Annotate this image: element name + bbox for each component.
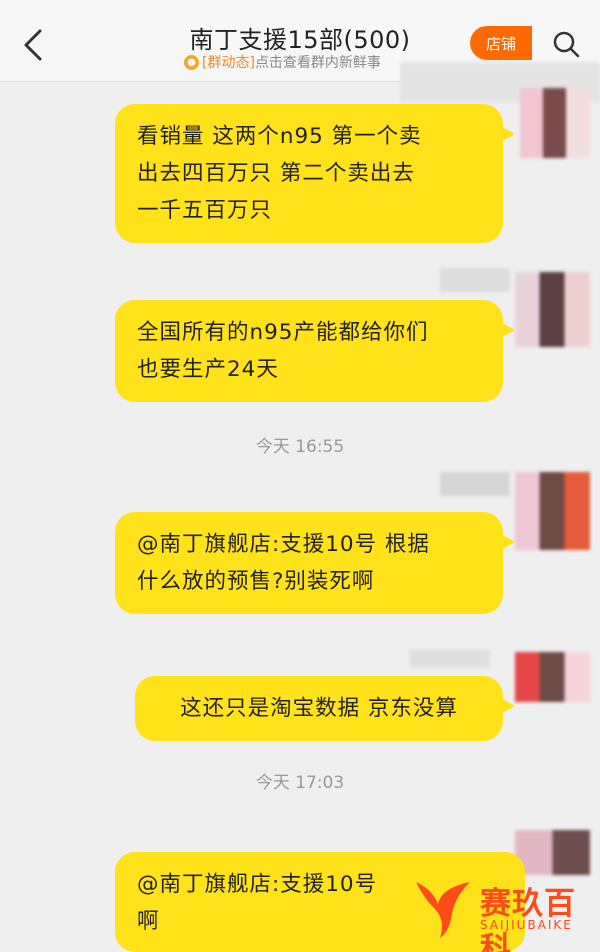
- message-line: 出去四百万只 第二个卖出去: [137, 161, 415, 186]
- avatar[interactable]: [515, 830, 590, 875]
- message-line: @南丁旗舰店:支援10号 根据: [137, 532, 430, 557]
- activity-tag: [群动态]: [202, 55, 255, 71]
- message-line: 什么放的预售?别装死啊: [137, 569, 375, 594]
- message-line: 全国所有的n95产能都给你们: [137, 320, 429, 345]
- message-bubble[interactable]: 全国所有的n95产能都给你们 也要生产24天: [115, 300, 515, 402]
- message-line: 也要生产24天: [137, 357, 279, 382]
- message-bubble[interactable]: 看销量 这两个n95 第一个卖 出去四百万只 第二个卖出去 一千五百万只: [115, 104, 515, 243]
- avatar[interactable]: [515, 472, 590, 550]
- message-line: 看销量 这两个n95 第一个卖: [137, 124, 422, 149]
- watermark-logo-icon: [416, 882, 470, 938]
- watermark-title: 赛玖百科: [480, 886, 576, 952]
- avatar[interactable]: [515, 652, 590, 702]
- blurred-name: [440, 472, 510, 496]
- message-bubble[interactable]: 这还只是淘宝数据 京东没算: [135, 676, 515, 741]
- search-icon[interactable]: [552, 30, 580, 58]
- blurred-name: [410, 650, 490, 668]
- message-line: 这还只是淘宝数据 京东没算: [180, 696, 458, 721]
- timestamp: 今天 17:03: [255, 773, 345, 793]
- avatar[interactable]: [520, 88, 590, 158]
- watermark-subtitle: SAIJIUBAIKE: [480, 918, 573, 932]
- message-line: 一千五百万只: [137, 198, 273, 223]
- avatar[interactable]: [515, 272, 590, 347]
- activity-badge-icon: ●: [184, 54, 199, 70]
- activity-text: 点击查看群内新鲜事: [254, 55, 381, 71]
- blurred-name: [440, 268, 510, 292]
- group-activity-link[interactable]: ● [群动态] 点击查看群内新鲜事: [184, 52, 381, 72]
- store-button[interactable]: 店铺: [470, 26, 532, 60]
- timestamp: 今天 16:55: [255, 437, 345, 457]
- watermark: 赛玖百科 SAIJIUBAIKE: [410, 872, 596, 952]
- message-bubble[interactable]: @南丁旗舰店:支援10号 根据 什么放的预售?别装死啊: [115, 512, 515, 614]
